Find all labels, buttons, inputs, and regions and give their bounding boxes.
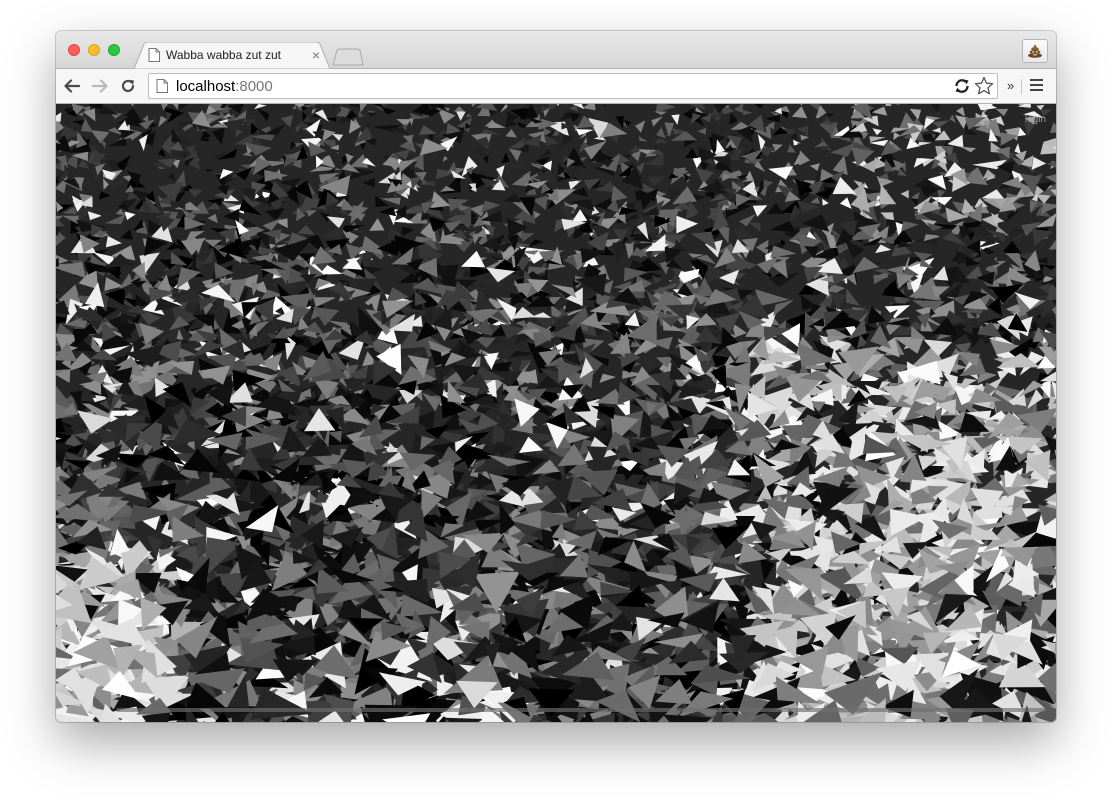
page-icon xyxy=(156,79,168,93)
browser-window: Wabba wabba zut zut × localhost:8000 » l… xyxy=(56,31,1056,722)
forward-arrow-icon xyxy=(92,79,108,93)
tab-close-icon[interactable]: × xyxy=(308,47,324,63)
title-bar: Wabba wabba zut zut × xyxy=(56,31,1056,69)
address-bar[interactable]: localhost:8000 xyxy=(148,73,998,99)
page-viewport: login xyxy=(56,104,1056,722)
minimize-window-button[interactable] xyxy=(88,44,100,56)
close-window-button[interactable] xyxy=(68,44,80,56)
url-text[interactable]: localhost:8000 xyxy=(176,78,273,95)
url-port: :8000 xyxy=(235,78,273,95)
star-icon[interactable] xyxy=(974,76,994,96)
reload-button[interactable] xyxy=(117,75,139,97)
back-button[interactable] xyxy=(61,75,83,97)
maximize-window-button[interactable] xyxy=(108,44,120,56)
new-tab-button[interactable] xyxy=(332,48,364,66)
active-tab[interactable]: Wabba wabba zut zut × xyxy=(146,42,326,68)
hamburger-menu-icon[interactable] xyxy=(1030,79,1044,93)
triangle-shards-canvas[interactable] xyxy=(56,104,1056,722)
url-host: localhost xyxy=(176,78,236,95)
sync-icon[interactable] xyxy=(953,77,971,95)
reload-icon xyxy=(121,79,135,93)
page-icon xyxy=(148,48,160,62)
toolbar-divider xyxy=(1021,79,1022,94)
forward-button[interactable] xyxy=(89,75,111,97)
extension-button[interactable] xyxy=(1022,39,1048,63)
back-arrow-icon xyxy=(64,79,80,93)
extensions-overflow-button[interactable]: » xyxy=(1007,78,1014,93)
browser-toolbar: localhost:8000 » xyxy=(56,69,1056,104)
tab-title: Wabba wabba zut zut xyxy=(166,48,281,62)
poop-emoji-icon xyxy=(1028,44,1042,58)
